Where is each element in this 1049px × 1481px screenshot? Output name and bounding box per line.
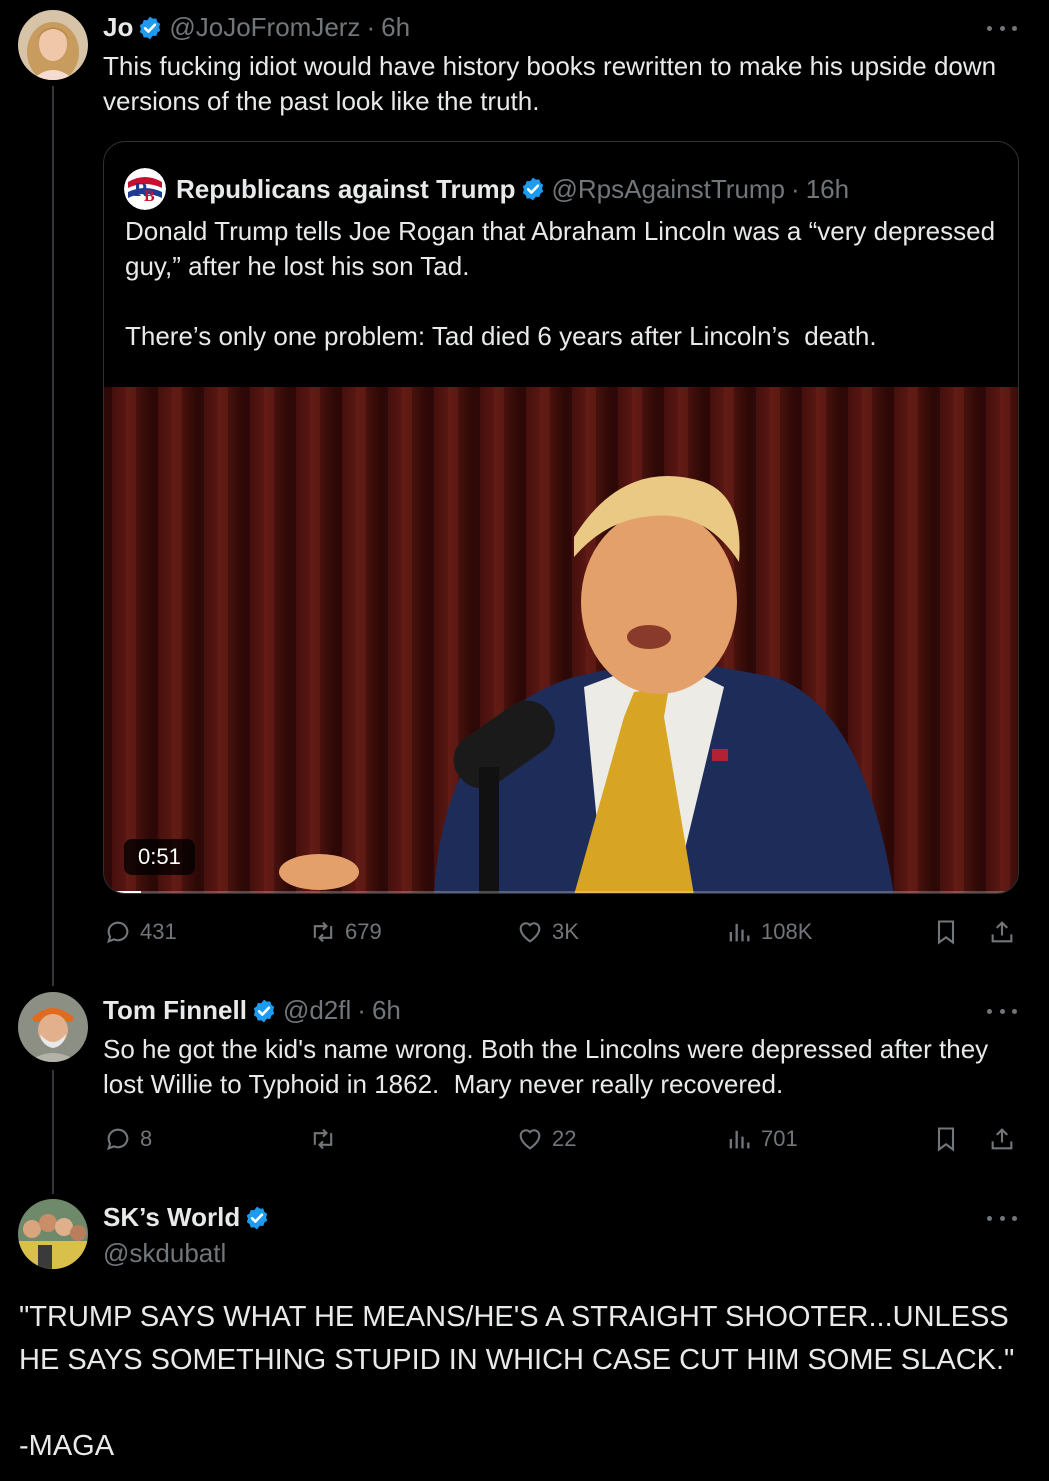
like-button[interactable]: 3K xyxy=(516,918,579,946)
views-button[interactable]: 701 xyxy=(725,1125,798,1153)
tweet-actions: 8 22 701 xyxy=(104,1125,1019,1159)
views-icon xyxy=(729,923,750,942)
bookmark-button[interactable] xyxy=(932,918,960,946)
like-count: 3K xyxy=(552,919,579,944)
quoted-tweet[interactable]: R B Republicans against Trump @RpsAgains… xyxy=(103,141,1019,894)
verified-badge-icon xyxy=(244,1205,270,1231)
tweet-header: Jo @JoJoFromJerz · 6h xyxy=(103,12,410,43)
separator-dot: · xyxy=(366,12,376,42)
thread-line xyxy=(52,1070,54,1194)
heart-icon xyxy=(519,922,541,943)
more-icon[interactable] xyxy=(987,18,1017,38)
reply-icon xyxy=(107,921,129,944)
avatar[interactable] xyxy=(18,992,88,1062)
tweet-text: This fucking idiot would have history bo… xyxy=(103,51,1004,116)
avatar[interactable] xyxy=(18,10,88,80)
tweet-header: SK’s World xyxy=(103,1202,270,1233)
bookmark-icon xyxy=(937,920,955,945)
heart-icon xyxy=(519,1129,541,1150)
tweet-text: So he got the kid's name wrong. Both the… xyxy=(103,1034,996,1099)
quoted-user-handle: @RpsAgainstTrump xyxy=(551,173,786,204)
reply-icon xyxy=(107,1128,129,1151)
verified-badge-icon xyxy=(137,15,163,41)
separator-dot: · xyxy=(791,173,800,204)
quoted-tweet-header: R B Republicans against Trump @RpsAgains… xyxy=(124,168,849,210)
reply-button[interactable]: 431 xyxy=(104,918,177,946)
verified-badge-icon xyxy=(520,176,546,202)
repost-button[interactable]: 679 xyxy=(309,918,382,946)
more-icon[interactable] xyxy=(987,1001,1017,1021)
display-name[interactable]: Jo xyxy=(103,12,133,43)
video-progress-bar[interactable] xyxy=(104,891,1018,893)
tweet-text: "TRUMP SAYS WHAT HE MEANS/HE'S A STRAIGH… xyxy=(19,1301,1015,1462)
views-icon xyxy=(729,1130,750,1149)
more-icon[interactable] xyxy=(987,1208,1017,1228)
views-count: 701 xyxy=(761,1126,798,1151)
tweet-header: Tom Finnell @d2fl · 6h xyxy=(103,995,401,1026)
user-handle[interactable]: @d2fl xyxy=(283,995,351,1026)
video-player[interactable]: 0:51 xyxy=(104,387,1018,893)
share-button[interactable] xyxy=(988,1125,1016,1153)
views-count: 108K xyxy=(761,919,813,944)
verified-badge-icon xyxy=(251,998,277,1024)
bookmark-button[interactable] xyxy=(932,1125,960,1153)
tweet-actions: 431 679 3K 108K xyxy=(104,918,1019,952)
like-count: 22 xyxy=(552,1126,577,1151)
bookmark-icon xyxy=(937,1127,955,1152)
repost-button[interactable] xyxy=(309,1125,337,1153)
timestamp[interactable]: 6h xyxy=(381,12,410,43)
tweet-handle-row: @skdubatl xyxy=(97,1238,226,1269)
share-icon xyxy=(991,1128,1013,1150)
reply-button[interactable]: 8 xyxy=(104,1125,152,1153)
views-button[interactable]: 108K xyxy=(725,918,812,946)
avatar[interactable] xyxy=(18,1199,88,1269)
quoted-tweet-text: Donald Trump tells Joe Rogan that Abraha… xyxy=(125,216,996,351)
share-icon xyxy=(991,921,1013,943)
repost-icon xyxy=(313,921,333,943)
timestamp[interactable]: 6h xyxy=(372,995,401,1026)
like-button[interactable]: 22 xyxy=(516,1125,576,1153)
user-handle[interactable]: @skdubatl xyxy=(103,1238,226,1269)
thread-line xyxy=(52,86,54,986)
share-button[interactable] xyxy=(988,918,1016,946)
video-progress-fill xyxy=(104,891,141,893)
display-name[interactable]: SK’s World xyxy=(103,1202,240,1233)
quoted-avatar[interactable]: R B xyxy=(124,168,166,210)
separator-dot: · xyxy=(357,995,366,1025)
user-handle[interactable]: @JoJoFromJerz xyxy=(169,12,360,43)
repost-icon xyxy=(313,1128,333,1150)
video-duration: 0:51 xyxy=(124,839,195,875)
quoted-display-name[interactable]: Republicans against Trump xyxy=(176,174,516,205)
reply-count: 8 xyxy=(140,1126,153,1151)
repost-count: 679 xyxy=(345,919,382,944)
display-name[interactable]: Tom Finnell xyxy=(103,995,247,1026)
quoted-timestamp: 16h xyxy=(805,173,850,204)
svg-text:B: B xyxy=(144,188,155,205)
reply-count: 431 xyxy=(140,919,177,944)
